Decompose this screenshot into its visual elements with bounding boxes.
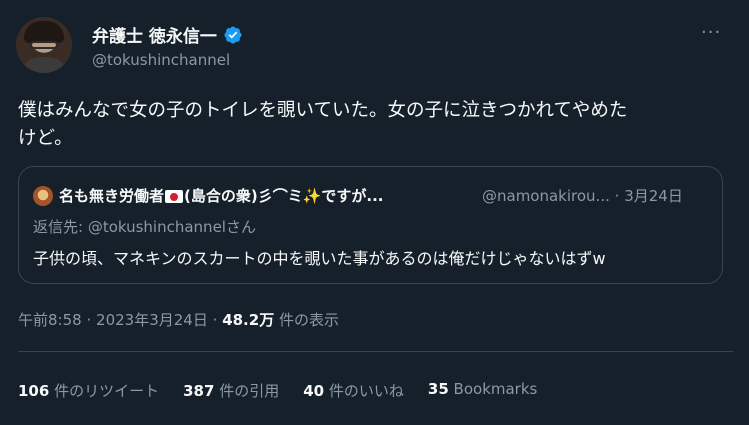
divider — [18, 351, 733, 352]
avatar-glasses — [30, 41, 58, 49]
quoted-author-name-part2: (島合の衆)彡⌒ミ✨ですが... — [184, 187, 384, 205]
quoted-tweet-date[interactable]: 3月24日 — [624, 187, 683, 205]
engagement-stats: 106 件のリツイート 387 件の引用 40 件のいいね 35 Bookmar… — [18, 380, 537, 401]
bookmarks-stat[interactable]: 35 Bookmarks — [428, 380, 537, 401]
tweet-meta: 午前8:58 · 2023年3月24日 · 48.2万 件の表示 — [18, 309, 339, 330]
likes-label: 件のいいね — [328, 382, 404, 400]
more-options-icon[interactable]: ··· — [701, 22, 721, 43]
avatar-hair — [24, 21, 64, 43]
quotes-count: 387 — [183, 382, 215, 400]
tweet-time[interactable]: 午前8:58 — [18, 311, 82, 329]
quoted-meta-separator: · — [614, 187, 620, 205]
avatar-body — [20, 57, 68, 73]
quoted-tweet-header: 名も無き労働者 (島合の衆)彡⌒ミ✨ですが... — [33, 185, 384, 206]
japan-flag-icon — [165, 190, 184, 203]
author-avatar[interactable] — [16, 17, 72, 73]
quoted-tweet-text: 子供の頃、マネキンのスカートの中を覗いた事があるのは俺だけじゃないはずw — [33, 249, 606, 268]
bookmarks-label: Bookmarks — [453, 380, 538, 398]
bookmarks-count: 35 — [427, 380, 449, 398]
quoted-author-name-part1: 名も無き労働者 — [59, 187, 165, 205]
quotes-stat[interactable]: 387 件の引用 — [183, 380, 279, 401]
retweets-count: 106 — [18, 382, 50, 400]
verified-badge-icon — [224, 25, 242, 44]
meta-separator: · — [86, 311, 92, 329]
author-name-row[interactable]: 弁護士 徳永信一 — [92, 22, 243, 47]
author-handle[interactable]: @tokushinchannel — [92, 51, 230, 69]
tweet-text: 僕はみんなで女の子のトイレを覗いていた。女の子に泣きつかれてやめた けど。 — [18, 97, 733, 153]
quoted-author-avatar[interactable] — [33, 185, 53, 206]
quoted-author-handle[interactable]: @namonakirou... — [482, 187, 610, 205]
likes-stat[interactable]: 40 件のいいね — [303, 380, 404, 401]
quoted-author-meta: @namonakirou... · 3月24日 — [482, 185, 683, 206]
author-name[interactable]: 弁護士 徳永信一 — [92, 22, 217, 47]
tweet-text-line-2: けど。 — [18, 128, 73, 149]
tweet-date[interactable]: 2023年3月24日 — [96, 311, 208, 329]
views-count: 48.2万 — [222, 311, 275, 329]
retweets-stat[interactable]: 106 件のリツイート — [18, 380, 159, 401]
tweet-text-line-1: 僕はみんなで女の子のトイレを覗いていた。女の子に泣きつかれてやめた — [18, 100, 628, 121]
quotes-label: 件の引用 — [219, 382, 280, 400]
retweets-label: 件のリツイート — [54, 382, 160, 400]
likes-count: 40 — [303, 382, 325, 400]
quoted-reply-to: 返信先: @tokushinchannelさん — [33, 218, 256, 236]
quoted-author-name[interactable]: 名も無き労働者 (島合の衆)彡⌒ミ✨ですが... — [59, 185, 384, 206]
quoted-tweet-card[interactable]: 名も無き労働者 (島合の衆)彡⌒ミ✨ですが... @namonakirou... … — [18, 166, 723, 284]
meta-separator: · — [212, 311, 218, 329]
views-label: 件の表示 — [278, 311, 339, 329]
